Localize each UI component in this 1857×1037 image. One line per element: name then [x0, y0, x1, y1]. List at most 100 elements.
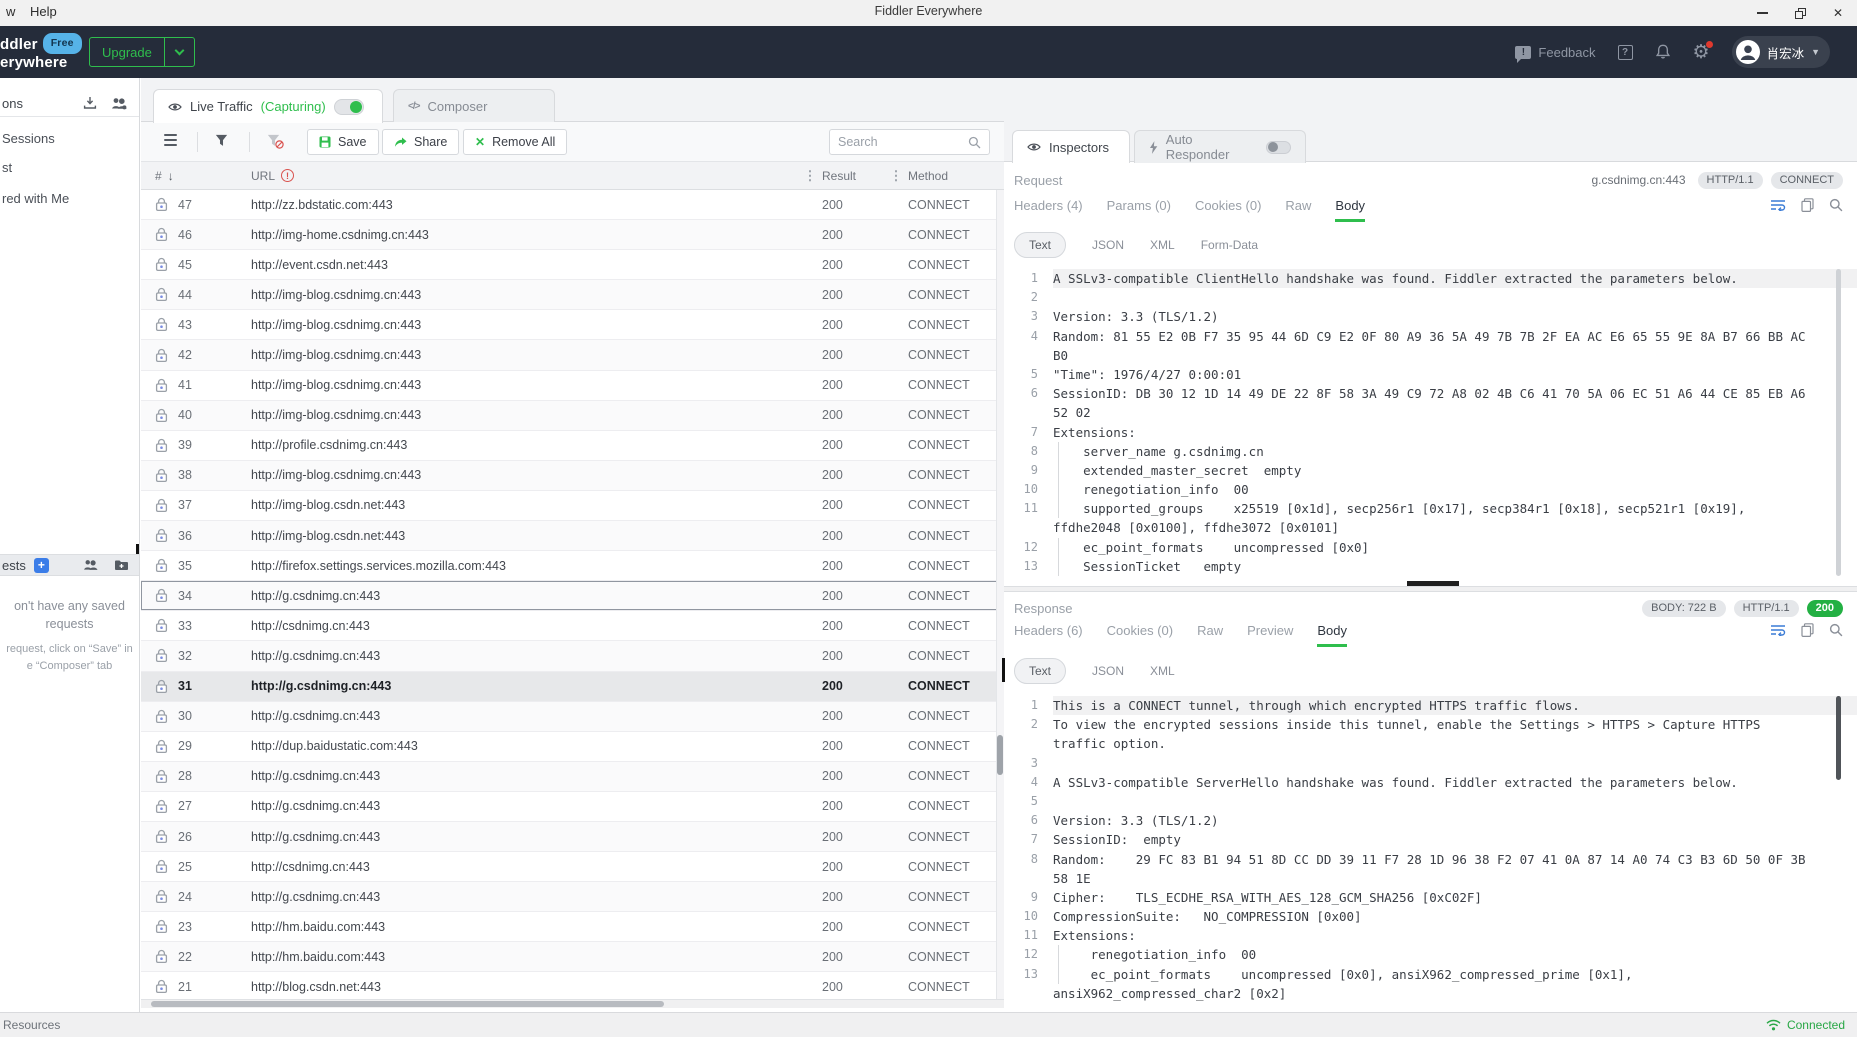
- row-number: 24: [178, 890, 192, 904]
- notifications-button[interactable]: [1655, 44, 1671, 60]
- scrollbar-thumb[interactable]: [151, 1001, 664, 1007]
- response-body-editor[interactable]: 1 This is a CONNECT tunnel, through whic…: [1004, 696, 1857, 1006]
- restore-button[interactable]: [1781, 0, 1819, 26]
- table-row[interactable]: 23 http://hm.baidu.com:443 200 CONNECT: [141, 912, 1004, 942]
- help-button[interactable]: ?: [1618, 45, 1633, 60]
- tab-response-preview[interactable]: Preview: [1247, 623, 1293, 647]
- import-sessions-icon[interactable]: [83, 96, 97, 110]
- table-row[interactable]: 36 http://img-blog.csdn.net:443 200 CONN…: [141, 521, 1004, 551]
- table-horizontal-scrollbar[interactable]: [141, 999, 1004, 1008]
- column-num[interactable]: # ↓: [155, 169, 251, 183]
- table-row[interactable]: 46 http://img-home.csdnimg.cn:443 200 CO…: [141, 220, 1004, 250]
- request-vertical-scrollbar[interactable]: [1836, 269, 1841, 576]
- tab-live-traffic[interactable]: Live Traffic (Capturing): [153, 89, 383, 123]
- auto-responder-toggle[interactable]: [1266, 141, 1291, 154]
- table-row[interactable]: 22 http://hm.baidu.com:443 200 CONNECT: [141, 942, 1004, 972]
- column-method[interactable]: Method: [908, 169, 994, 183]
- table-row[interactable]: 44 http://img-blog.csdnimg.cn:443 200 CO…: [141, 280, 1004, 310]
- response-vertical-scrollbar[interactable]: [1836, 696, 1841, 780]
- word-wrap-icon[interactable]: [1770, 199, 1786, 211]
- table-row[interactable]: 34 http://g.csdnimg.cn:443 200 CONNECT: [141, 581, 1004, 611]
- tab-request-body[interactable]: Body: [1335, 198, 1365, 222]
- table-row[interactable]: 41 http://img-blog.csdnimg.cn:443 200 CO…: [141, 371, 1004, 401]
- tab-response-body[interactable]: Body: [1317, 623, 1347, 647]
- shared-requests-icon[interactable]: [83, 559, 98, 571]
- result-column-menu[interactable]: ⋮: [884, 168, 908, 184]
- feedback-button[interactable]: ! Feedback: [1515, 45, 1595, 60]
- tab-response-headers[interactable]: Headers (6): [1014, 623, 1083, 647]
- table-row[interactable]: 31 http://g.csdnimg.cn:443 200 CONNECT: [141, 672, 1004, 702]
- tab-response-cookies[interactable]: Cookies (0): [1107, 623, 1173, 647]
- shared-sessions-icon[interactable]: [111, 97, 127, 110]
- line-number: 10: [1004, 907, 1038, 926]
- share-button[interactable]: Share: [382, 129, 459, 155]
- save-button[interactable]: Save: [307, 129, 379, 155]
- sidebar-item-sessions[interactable]: Sessions: [2, 131, 55, 146]
- table-row[interactable]: 27 http://g.csdnimg.cn:443 200 CONNECT: [141, 792, 1004, 822]
- sidebar-item-shared-with-me[interactable]: red with Me: [2, 191, 69, 206]
- table-row[interactable]: 37 http://img-blog.csdn.net:443 200 CONN…: [141, 491, 1004, 521]
- subtab-json[interactable]: JSON: [1092, 238, 1124, 252]
- pane-resize-handle[interactable]: [1002, 658, 1005, 682]
- subtab-json[interactable]: JSON: [1092, 664, 1124, 678]
- table-row[interactable]: 32 http://g.csdnimg.cn:443 200 CONNECT: [141, 641, 1004, 671]
- tab-response-raw[interactable]: Raw: [1197, 623, 1223, 647]
- table-row[interactable]: 45 http://event.csdn.net:443 200 CONNECT: [141, 250, 1004, 280]
- filter-icon[interactable]: [215, 134, 228, 147]
- table-row[interactable]: 28 http://g.csdnimg.cn:443 200 CONNECT: [141, 762, 1004, 792]
- capture-toggle[interactable]: [334, 99, 364, 115]
- table-row[interactable]: 42 http://img-blog.csdnimg.cn:443 200 CO…: [141, 340, 1004, 370]
- subtab-form-data[interactable]: Form-Data: [1201, 238, 1258, 252]
- table-row[interactable]: 47 http://zz.bdstatic.com:443 200 CONNEC…: [141, 190, 1004, 220]
- copy-icon[interactable]: [1801, 198, 1814, 212]
- table-row[interactable]: 29 http://dup.baidustatic.com:443 200 CO…: [141, 732, 1004, 762]
- table-row[interactable]: 24 http://g.csdnimg.cn:443 200 CONNECT: [141, 882, 1004, 912]
- settings-button[interactable]: ⚙: [1693, 43, 1710, 62]
- table-vertical-scrollbar[interactable]: [996, 190, 1004, 1003]
- columns-menu-icon[interactable]: [164, 134, 177, 146]
- subtab-xml[interactable]: XML: [1150, 664, 1175, 678]
- line-text: SessionID: empty: [1053, 830, 1857, 849]
- column-url[interactable]: URL !: [251, 169, 798, 183]
- table-row[interactable]: 38 http://img-blog.csdnimg.cn:443 200 CO…: [141, 461, 1004, 491]
- search-input[interactable]: [838, 135, 968, 149]
- word-wrap-icon[interactable]: [1770, 624, 1786, 636]
- upgrade-dropdown[interactable]: [164, 38, 194, 66]
- user-menu[interactable]: 肖宏冰 ▼: [1732, 36, 1830, 68]
- tab-request-cookies[interactable]: Cookies (0): [1195, 198, 1261, 222]
- add-request-button[interactable]: +: [34, 558, 49, 573]
- close-button[interactable]: ✕: [1819, 0, 1857, 26]
- table-row[interactable]: 25 http://csdnimg.cn:443 200 CONNECT: [141, 852, 1004, 882]
- table-row[interactable]: 35 http://firefox.settings.services.mozi…: [141, 551, 1004, 581]
- table-row[interactable]: 43 http://img-blog.csdnimg.cn:443 200 CO…: [141, 310, 1004, 340]
- search-icon[interactable]: [1829, 198, 1843, 212]
- clear-filter-icon[interactable]: [267, 134, 280, 147]
- column-result[interactable]: Result: [822, 169, 884, 183]
- table-row[interactable]: 30 http://g.csdnimg.cn:443 200 CONNECT: [141, 702, 1004, 732]
- minimize-button[interactable]: [1743, 0, 1781, 26]
- new-folder-icon[interactable]: [114, 559, 129, 571]
- tab-request-headers[interactable]: Headers (4): [1014, 198, 1083, 222]
- table-row[interactable]: 40 http://img-blog.csdnimg.cn:443 200 CO…: [141, 401, 1004, 431]
- statusbar-left-fragment[interactable]: Resources: [3, 1018, 60, 1032]
- url-column-menu[interactable]: ⋮: [798, 168, 822, 184]
- table-row[interactable]: 26 http://g.csdnimg.cn:443 200 CONNECT: [141, 822, 1004, 852]
- scrollbar-thumb[interactable]: [997, 735, 1003, 775]
- tab-auto-responder[interactable]: Auto Responder: [1134, 130, 1306, 163]
- sidebar-item-fragment[interactable]: st: [2, 160, 12, 175]
- remove-all-button[interactable]: ✕ Remove All: [463, 129, 567, 155]
- tab-request-params[interactable]: Params (0): [1107, 198, 1171, 222]
- tab-request-raw[interactable]: Raw: [1285, 198, 1311, 222]
- subtab-text[interactable]: Text: [1014, 658, 1066, 684]
- table-row[interactable]: 39 http://profile.csdnimg.cn:443 200 CON…: [141, 431, 1004, 461]
- copy-icon[interactable]: [1801, 623, 1814, 637]
- subtab-text[interactable]: Text: [1014, 232, 1066, 258]
- subtab-xml[interactable]: XML: [1150, 238, 1175, 252]
- tab-composer[interactable]: </> Composer: [393, 89, 555, 123]
- tab-inspectors[interactable]: Inspectors: [1012, 130, 1130, 163]
- upgrade-button[interactable]: Upgrade: [89, 37, 195, 67]
- table-row[interactable]: 33 http://csdnimg.cn:443 200 CONNECT: [141, 611, 1004, 641]
- request-body-editor[interactable]: 1 A SSLv3-compatible ClientHello handsha…: [1004, 269, 1857, 577]
- request-response-divider[interactable]: [1004, 586, 1857, 592]
- search-icon[interactable]: [1829, 623, 1843, 637]
